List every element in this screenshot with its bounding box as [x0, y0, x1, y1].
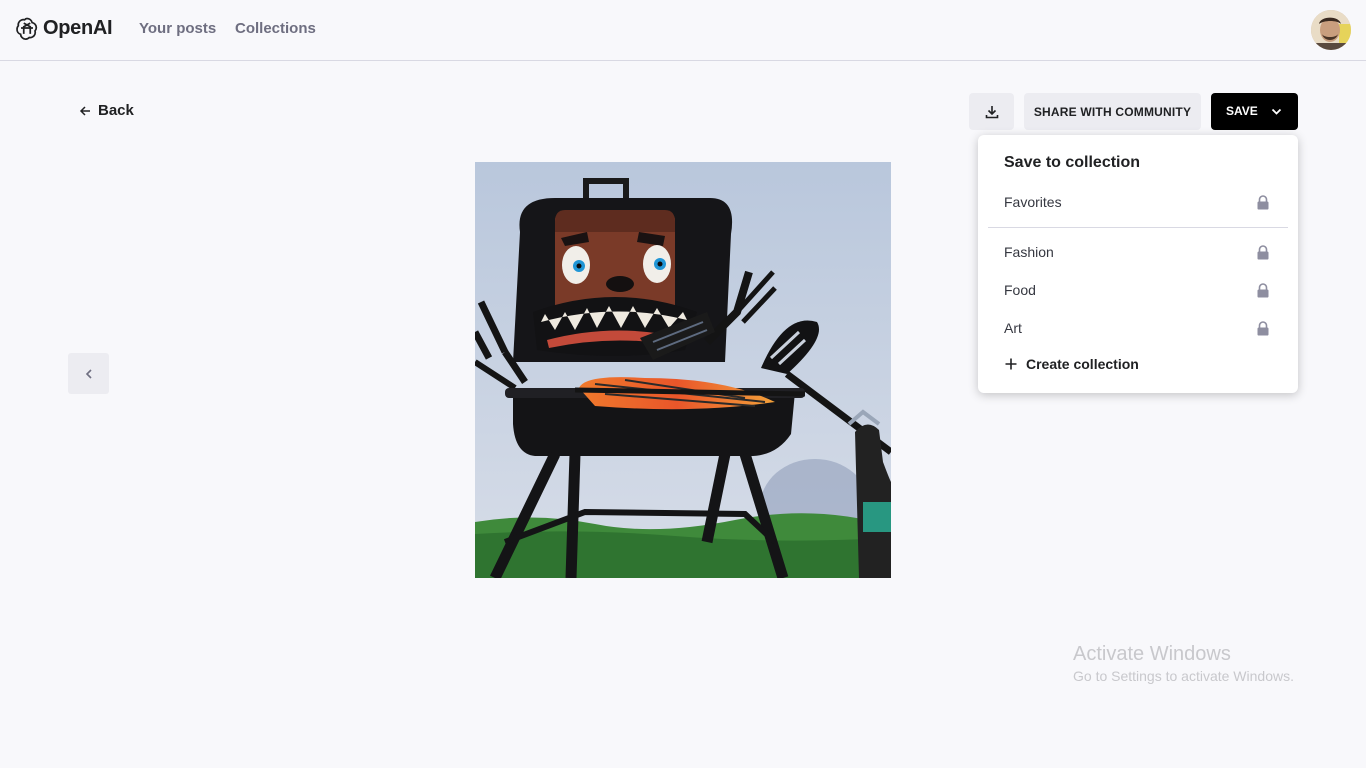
collection-label: Fashion — [1004, 244, 1054, 260]
save-button[interactable]: SAVE — [1211, 93, 1298, 130]
top-navigation-bar: OpenAI Your posts Collections — [0, 0, 1366, 61]
plus-icon — [1005, 358, 1017, 370]
generated-image — [475, 162, 891, 578]
openai-logo-icon — [16, 17, 38, 40]
menu-title: Save to collection — [1004, 154, 1141, 171]
share-with-community-button[interactable]: SHARE WITH COMMUNITY — [1024, 93, 1201, 130]
brand-name: OpenAI — [43, 16, 113, 39]
collection-item-favorites[interactable]: Favorites — [978, 185, 1298, 219]
collection-item-art[interactable]: Art — [978, 311, 1298, 345]
save-to-collection-menu: Save to collection Favorites Fashion Foo… — [978, 135, 1298, 393]
chevron-down-icon[interactable] — [1270, 105, 1283, 118]
create-collection-label: Create collection — [1026, 356, 1139, 372]
windows-activation-subtitle: Go to Settings to activate Windows. — [1073, 668, 1294, 684]
nav-your-posts[interactable]: Your posts — [139, 20, 216, 37]
create-collection-button[interactable]: Create collection — [1004, 356, 1139, 372]
collection-item-food[interactable]: Food — [978, 273, 1298, 307]
user-avatar-image — [1311, 10, 1351, 50]
collection-item-fashion[interactable]: Fashion — [978, 235, 1298, 269]
collection-label: Food — [1004, 282, 1036, 298]
save-button-label: SAVE — [1226, 104, 1258, 118]
nav-collections[interactable]: Collections — [235, 20, 316, 37]
lock-icon — [1257, 321, 1269, 336]
openai-logo[interactable]: OpenAI — [14, 14, 113, 42]
menu-divider — [988, 227, 1288, 228]
back-label: Back — [98, 102, 134, 119]
collection-label: Favorites — [1004, 194, 1062, 210]
download-icon — [985, 105, 998, 118]
bbq-grill-monster-illustration — [475, 162, 891, 578]
chevron-left-icon — [85, 368, 92, 379]
arrow-left-icon — [79, 105, 90, 116]
collection-label: Art — [1004, 320, 1022, 336]
download-button[interactable] — [969, 93, 1014, 130]
windows-activation-title: Activate Windows — [1073, 643, 1231, 665]
lock-icon — [1257, 283, 1269, 298]
previous-image-button[interactable] — [68, 353, 109, 394]
lock-icon — [1257, 195, 1269, 210]
user-avatar[interactable] — [1311, 10, 1351, 50]
back-button[interactable]: Back — [79, 102, 134, 119]
lock-icon — [1257, 245, 1269, 260]
